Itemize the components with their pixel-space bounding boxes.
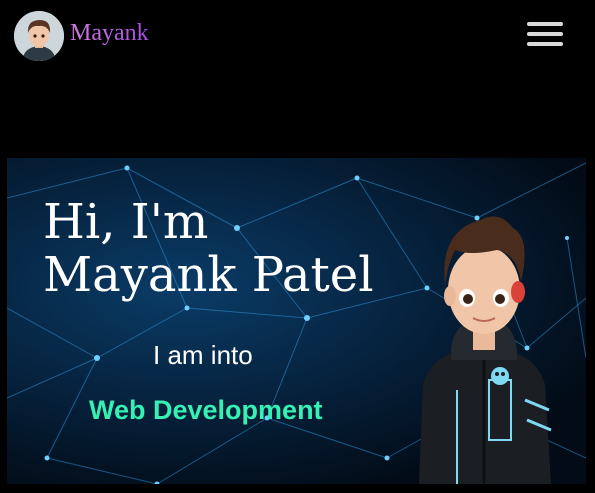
- greeting-line-2: Mayank Patel: [43, 247, 374, 303]
- skill-text: Web Development: [89, 395, 323, 425]
- brand-name[interactable]: Mayank: [70, 20, 149, 47]
- avatar[interactable]: [14, 11, 64, 61]
- hero-greeting: Hi, I'm Mayank Patel: [43, 196, 374, 302]
- hero-banner: Hi, I'm Mayank Patel I am into Web Devel…: [7, 158, 586, 484]
- developer-character-illustration: [419, 216, 552, 484]
- hamburger-menu-icon[interactable]: [527, 22, 563, 48]
- site-header: Mayank: [0, 0, 595, 72]
- greeting-line-1: Hi, I'm: [43, 194, 209, 250]
- into-text: I am into: [153, 340, 253, 370]
